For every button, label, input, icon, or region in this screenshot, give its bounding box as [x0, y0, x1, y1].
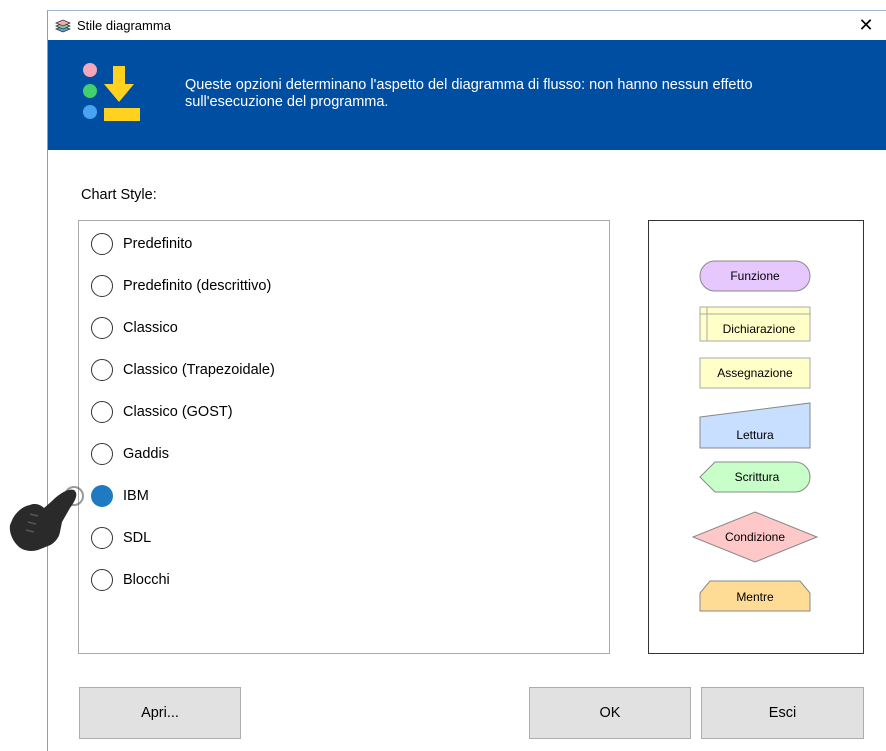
shape-funzione: Funzione	[699, 260, 811, 292]
radio-option-classico-gost[interactable]: Classico (GOST)	[91, 399, 233, 425]
radio-label: Classico (GOST)	[123, 404, 233, 420]
radio-option-blocchi[interactable]: Blocchi	[91, 567, 170, 593]
radio-label: Gaddis	[123, 446, 169, 462]
close-icon: ✕	[858, 15, 874, 35]
shape-label-mentre: Mentre	[736, 590, 774, 604]
dialog-window: Stile diagramma ✕ Queste opzioni determi…	[47, 10, 886, 751]
shape-label-condizione: Condizione	[725, 530, 785, 544]
shape-mentre: Mentre	[699, 580, 811, 612]
radio-label: IBM	[123, 488, 149, 504]
flowchart-style-icon	[54, 19, 72, 33]
radio-button[interactable]	[91, 443, 113, 465]
radio-option-predefinito-descrittivo[interactable]: Predefinito (descrittivo)	[91, 273, 271, 299]
shape-label-scrittura: Scrittura	[735, 470, 780, 484]
radio-button[interactable]	[91, 317, 113, 339]
shape-assegnazione: Assegnazione	[699, 357, 811, 389]
radio-button[interactable]	[91, 233, 113, 255]
radio-label: Predefinito	[123, 236, 193, 252]
radio-option-classico-trapezoidale[interactable]: Classico (Trapezoidale)	[91, 357, 275, 383]
window-title: Stile diagramma	[77, 18, 171, 33]
radio-button[interactable]	[91, 275, 113, 297]
title-bar: Stile diagramma ✕	[48, 11, 886, 40]
chart-style-list[interactable]: Predefinito Predefinito (descrittivo) Cl…	[78, 220, 610, 654]
chart-style-label: Chart Style:	[81, 187, 157, 203]
radio-option-gaddis[interactable]: Gaddis	[91, 441, 169, 467]
shape-label-funzione: Funzione	[730, 269, 780, 283]
shape-label-assegnazione: Assegnazione	[717, 366, 793, 380]
radio-option-ibm[interactable]: IBM	[91, 483, 149, 509]
radio-label: SDL	[123, 530, 152, 546]
radio-label: Classico	[123, 320, 178, 336]
radio-button[interactable]	[91, 401, 113, 423]
cancel-button[interactable]: Esci	[701, 687, 864, 739]
banner-message: Queste opzioni determinano l'aspetto del…	[185, 77, 753, 110]
info-banner: Queste opzioni determinano l'aspetto del…	[48, 40, 886, 150]
radio-label: Blocchi	[123, 572, 170, 588]
shape-label-dichiarazione: Dichiarazione	[723, 322, 796, 336]
radio-button[interactable]	[91, 527, 113, 549]
style-preview-panel: Funzione Dichiarazione Assegnazione Lett…	[648, 220, 864, 654]
pointing-hand-icon	[9, 486, 84, 551]
radio-button[interactable]	[91, 359, 113, 381]
shape-lettura: Lettura	[699, 402, 811, 449]
shapes-import-icon	[83, 63, 140, 121]
radio-option-predefinito[interactable]: Predefinito	[91, 231, 192, 257]
ok-button[interactable]: OK	[529, 687, 691, 739]
open-button[interactable]: Apri...	[79, 687, 241, 739]
preview-canvas: Funzione Dichiarazione Assegnazione Lett…	[691, 260, 819, 612]
radio-option-sdl[interactable]: SDL	[91, 525, 151, 551]
radio-button-selected[interactable]	[91, 485, 113, 507]
radio-button[interactable]	[91, 569, 113, 591]
shape-dichiarazione: Dichiarazione	[699, 306, 811, 342]
shape-label-lettura: Lettura	[736, 428, 774, 442]
radio-label: Predefinito (descrittivo)	[123, 278, 272, 294]
radio-option-classico[interactable]: Classico	[91, 315, 178, 341]
shape-scrittura: Scrittura	[699, 461, 811, 493]
close-button[interactable]: ✕	[846, 11, 886, 40]
radio-label: Classico (Trapezoidale)	[123, 362, 275, 378]
shape-condizione: Condizione	[691, 511, 819, 563]
